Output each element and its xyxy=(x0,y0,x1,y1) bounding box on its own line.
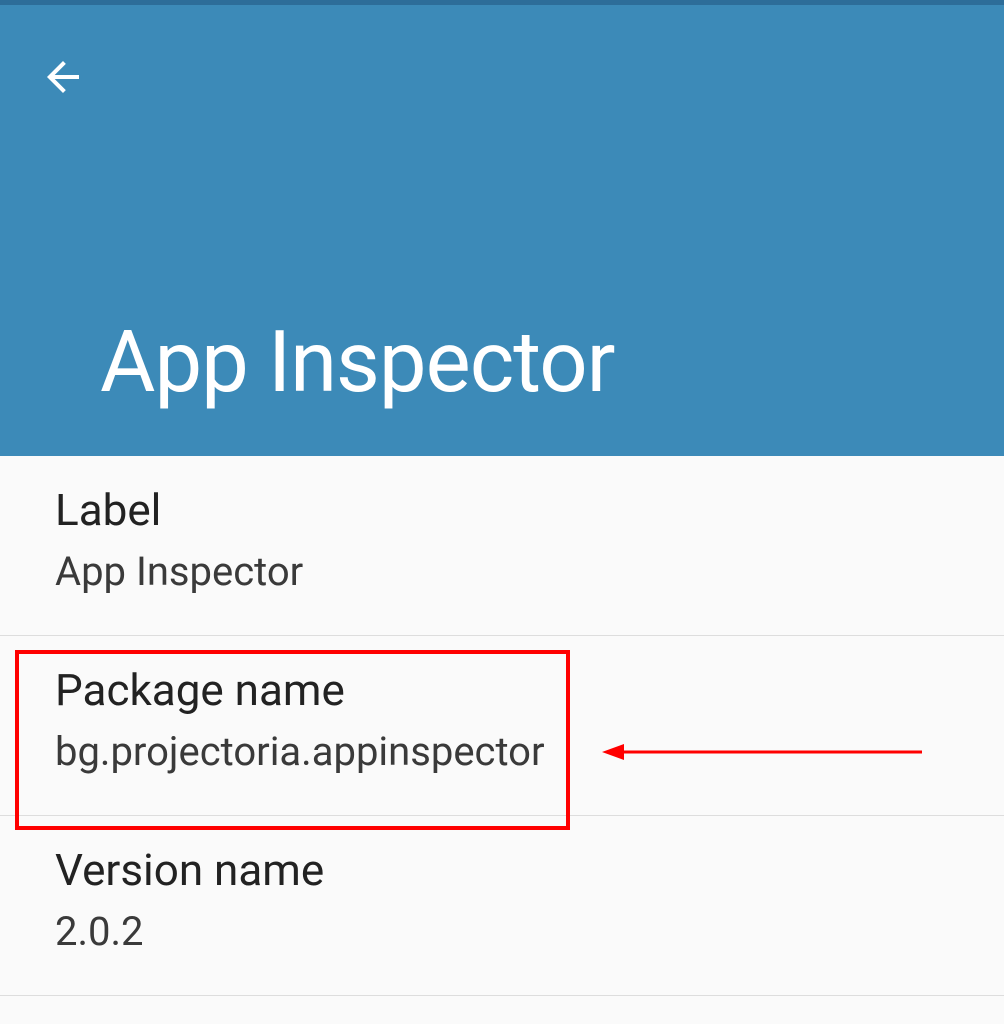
list-item-value: 2.0.2 xyxy=(55,908,949,955)
list-item-value: App Inspector xyxy=(55,548,949,595)
app-header: App Inspector xyxy=(0,5,1004,456)
list-item-value: bg.projectoria.appinspector xyxy=(55,728,949,775)
back-button[interactable] xyxy=(33,49,93,109)
list-item-version-name[interactable]: Version name 2.0.2 xyxy=(0,816,1004,996)
list-item-title: Label xyxy=(55,484,949,536)
list-item-label[interactable]: Label App Inspector xyxy=(0,456,1004,636)
list-item-title: Package name xyxy=(55,664,949,716)
info-list: Label App Inspector Package name bg.proj… xyxy=(0,456,1004,996)
back-arrow-icon xyxy=(39,53,87,105)
list-item-package-name[interactable]: Package name bg.projectoria.appinspector xyxy=(0,636,1004,816)
page-title: App Inspector xyxy=(100,312,614,412)
list-item-title: Version name xyxy=(55,844,949,896)
